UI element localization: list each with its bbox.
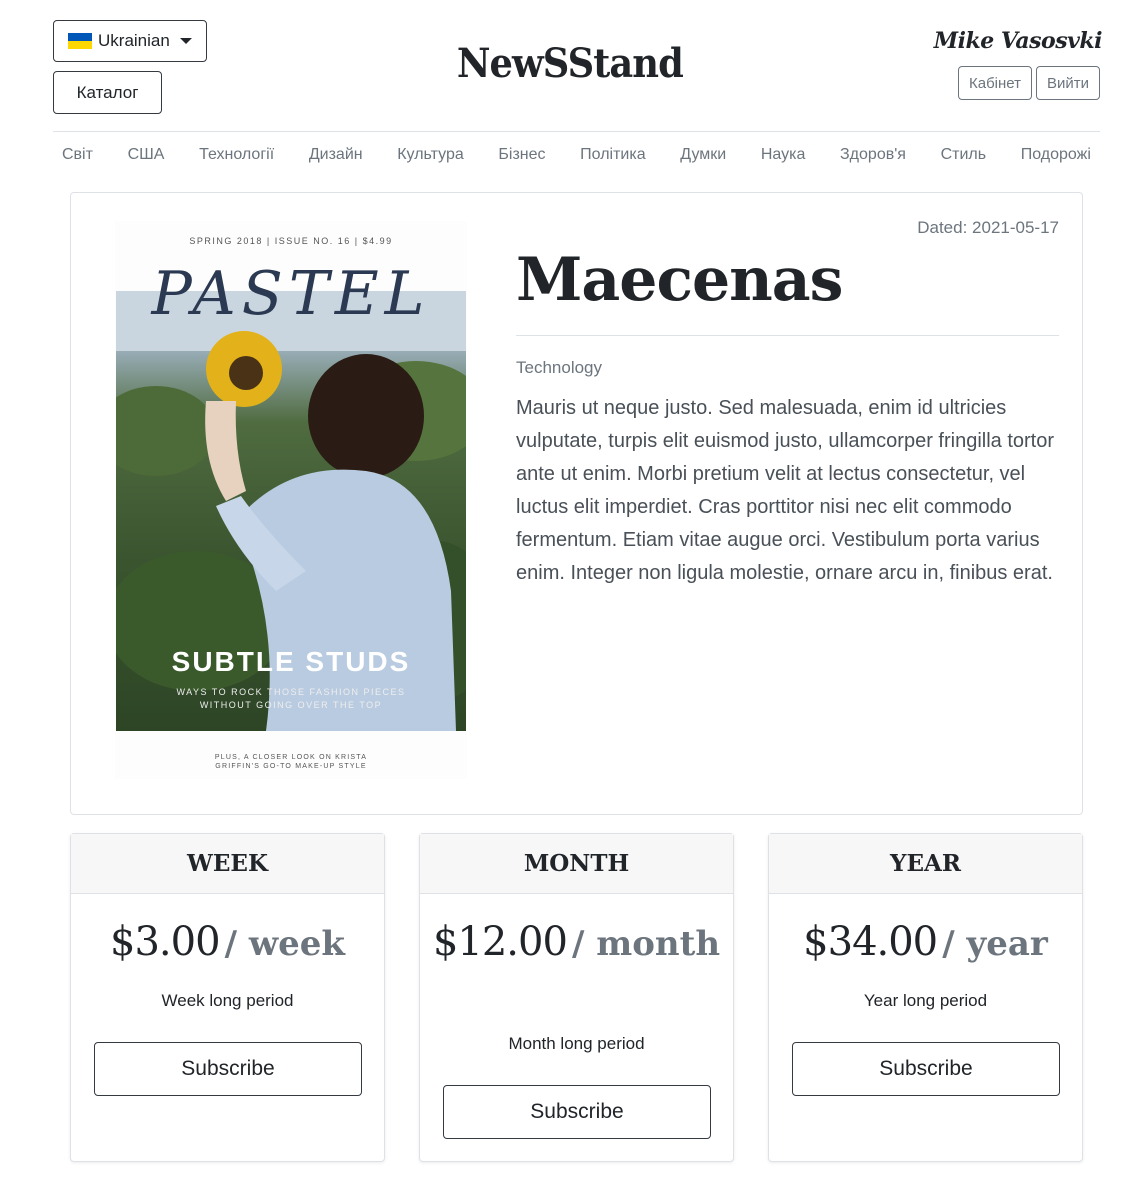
cover-issue-line: SPRING 2018 | ISSUE NO. 16 | $4.99 bbox=[189, 236, 393, 246]
nav-item-usa[interactable]: США bbox=[128, 146, 165, 172]
plan-card-year: YEAR $34.00 / year Year long period Subs… bbox=[768, 833, 1083, 1162]
cover-tagline: WAYS TO ROCK THOSE FASHION PIECES WITHOU… bbox=[176, 687, 406, 710]
logout-button[interactable]: Вийти bbox=[1036, 66, 1100, 100]
nav-item-politics[interactable]: Політика bbox=[580, 146, 645, 172]
plan-name: MONTH bbox=[420, 834, 733, 894]
subscribe-button-month[interactable]: Subscribe bbox=[443, 1085, 711, 1139]
price-period: / week bbox=[224, 924, 345, 964]
cover-magazine-title: PASTEL bbox=[151, 259, 431, 329]
nav-item-science[interactable]: Наука bbox=[761, 146, 806, 172]
header-divider bbox=[53, 131, 1100, 132]
cabinet-button[interactable]: Кабінет bbox=[958, 66, 1032, 100]
subscribe-button-week[interactable]: Subscribe bbox=[94, 1042, 362, 1096]
plan-price: $34.00 / year bbox=[779, 919, 1072, 973]
cover-footer-note: PLUS, A CLOSER LOOK ON KRISTA GRIFFIN'S … bbox=[214, 754, 368, 770]
plan-price: $3.00 / week bbox=[81, 919, 374, 973]
nav-item-world[interactable]: Світ bbox=[62, 146, 93, 172]
nav-item-style[interactable]: Стиль bbox=[941, 146, 987, 172]
plan-card-month: MONTH $12.00 / month Month long period S… bbox=[419, 833, 734, 1162]
article-title: Maecenas bbox=[516, 245, 843, 315]
price-amount: $12.00 bbox=[432, 919, 568, 965]
plan-price: $12.00 / month bbox=[430, 919, 723, 973]
plan-name: WEEK bbox=[71, 834, 384, 894]
plan-description: Week long period bbox=[161, 991, 294, 1010]
article-category: Technology bbox=[516, 358, 603, 377]
price-amount: $34.00 bbox=[803, 919, 938, 965]
price-period: / year bbox=[942, 924, 1048, 964]
subscribe-button-year[interactable]: Subscribe bbox=[792, 1042, 1060, 1096]
price-period: / month bbox=[572, 924, 721, 964]
nav-item-health[interactable]: Здоров'я bbox=[840, 146, 906, 172]
nav-item-business[interactable]: Бізнес bbox=[498, 146, 545, 172]
article-date: Dated: 2021-05-17 bbox=[917, 218, 1059, 237]
username: Mike Vasosvki bbox=[933, 28, 1103, 54]
title-divider bbox=[516, 335, 1059, 336]
price-amount: $3.00 bbox=[110, 919, 221, 965]
nav-item-design[interactable]: Дизайн bbox=[309, 146, 363, 172]
nav-item-culture[interactable]: Культура bbox=[397, 146, 464, 172]
article-body: Mauris ut neque justo. Sed malesuada, en… bbox=[516, 397, 1055, 584]
plan-description: Month long period bbox=[508, 1034, 645, 1053]
nav-item-opinions[interactable]: Думки bbox=[680, 146, 726, 172]
plan-description: Year long period bbox=[863, 991, 988, 1010]
brand-text: NewSStand bbox=[456, 40, 684, 87]
category-nav: Світ США Технології Дизайн Культура Бізн… bbox=[53, 146, 1100, 172]
article-card: SPRING 2018 | ISSUE NO. 16 | $4.99 PASTE… bbox=[70, 192, 1083, 815]
plan-name: YEAR bbox=[769, 834, 1082, 894]
magazine-cover: SPRING 2018 | ISSUE NO. 16 | $4.99 PASTE… bbox=[115, 221, 467, 779]
cover-headline: SUBTLE STUDS bbox=[171, 646, 411, 677]
nav-item-travel[interactable]: Подорожі bbox=[1021, 146, 1091, 172]
nav-item-technology[interactable]: Технології bbox=[199, 146, 274, 172]
plan-card-week: WEEK $3.00 / week Week long period Subsc… bbox=[70, 833, 385, 1162]
